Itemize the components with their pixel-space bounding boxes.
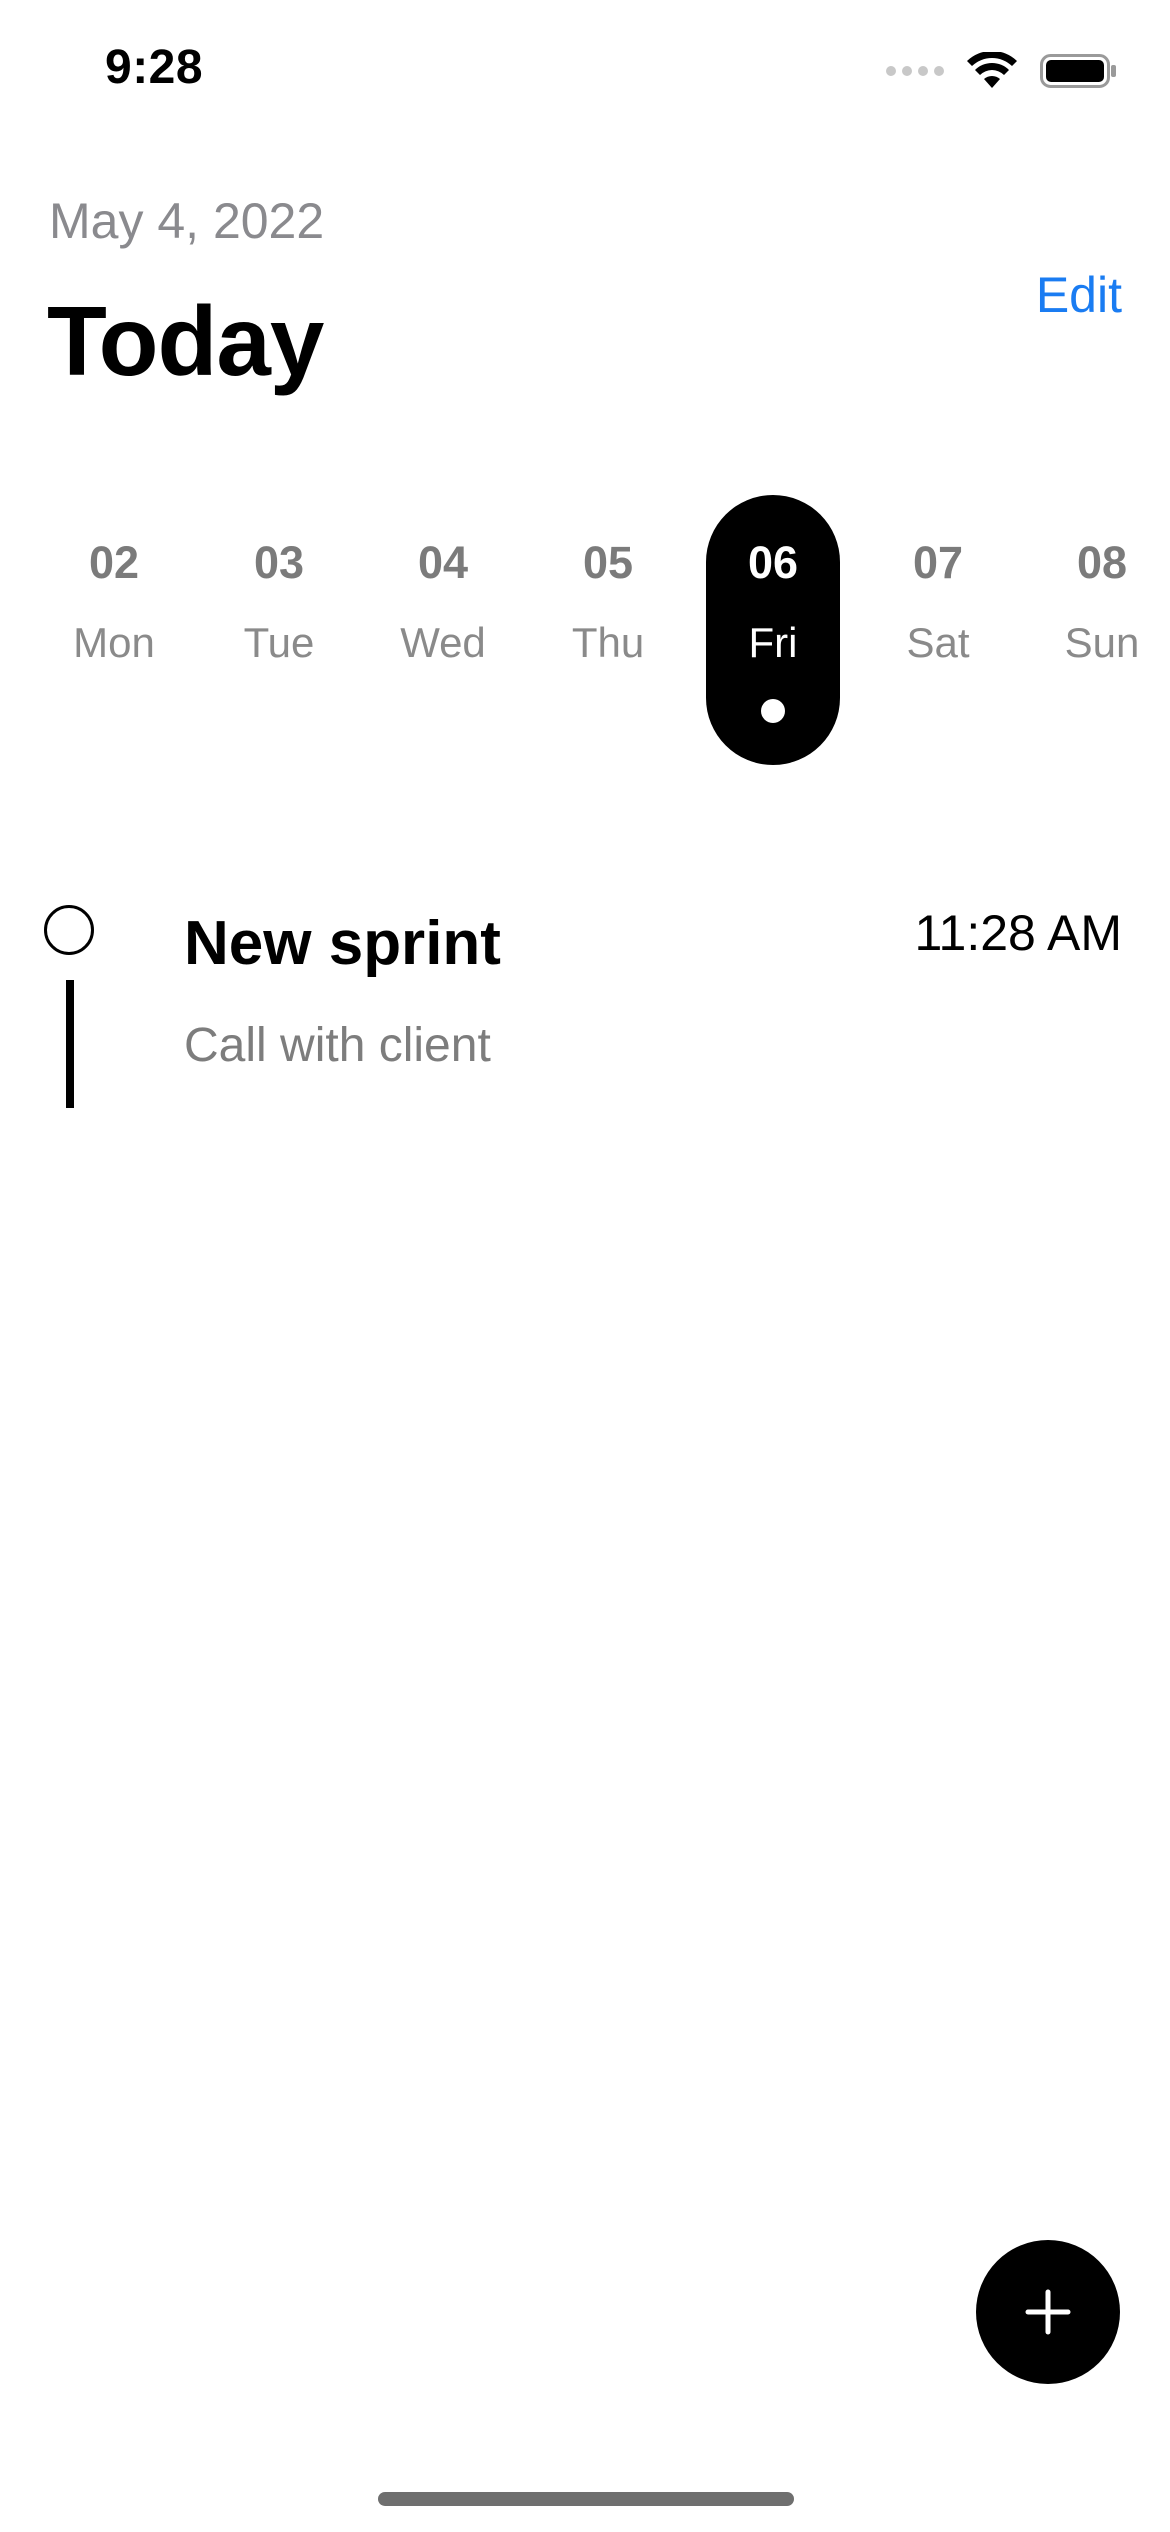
day-sat[interactable]: 07 Sat [871, 495, 1005, 765]
day-number: 05 [582, 537, 634, 588]
day-number: 06 [747, 537, 799, 588]
task-subtitle: Call with client [184, 1019, 491, 1072]
timeline-line [66, 980, 74, 1108]
task-complete-circle-icon[interactable] [44, 905, 94, 955]
day-name: Tue [243, 619, 315, 666]
battery-icon [1040, 54, 1116, 88]
date-subtitle: May 4, 2022 [49, 193, 325, 249]
task-title: New sprint [184, 909, 501, 978]
day-number: 04 [417, 537, 469, 588]
day-name: Thu [571, 619, 645, 666]
day-name: Wed [400, 619, 486, 666]
day-fri-selected[interactable]: 06 Fri [706, 495, 840, 765]
add-task-button[interactable] [976, 2240, 1120, 2384]
task-time: 11:28 AM [914, 905, 1122, 961]
status-bar: 9:28 [0, 0, 1170, 140]
day-mon[interactable]: 02 Mon [47, 495, 181, 765]
day-sun[interactable]: 08 Sun [1035, 495, 1169, 765]
day-tue[interactable]: 03 Tue [212, 495, 346, 765]
edit-button[interactable]: Edit [1036, 266, 1122, 324]
day-number: 02 [88, 537, 140, 588]
day-name: Sat [906, 619, 970, 666]
home-indicator[interactable] [378, 2492, 794, 2506]
status-time: 9:28 [105, 41, 204, 94]
selected-day-dot [761, 699, 785, 723]
day-number: 08 [1076, 537, 1128, 588]
wifi-icon [967, 52, 1017, 88]
page-title: Today [47, 286, 324, 396]
day-number: 03 [253, 537, 305, 588]
day-name: Sun [1064, 619, 1140, 666]
week-strip: 02 Mon 03 Tue 04 Wed 05 Thu 06 Fri 07 Sa… [0, 495, 1170, 765]
task-item[interactable]: New sprint Call with client 11:28 AM [0, 880, 1170, 1120]
day-number: 07 [912, 537, 964, 588]
day-wed[interactable]: 04 Wed [376, 495, 510, 765]
status-icons [886, 52, 1118, 90]
plus-icon [1025, 2289, 1071, 2335]
signal-dots-icon [886, 66, 944, 76]
day-name: Fri [748, 619, 798, 666]
day-thu[interactable]: 05 Thu [541, 495, 675, 765]
day-name: Mon [73, 619, 155, 666]
